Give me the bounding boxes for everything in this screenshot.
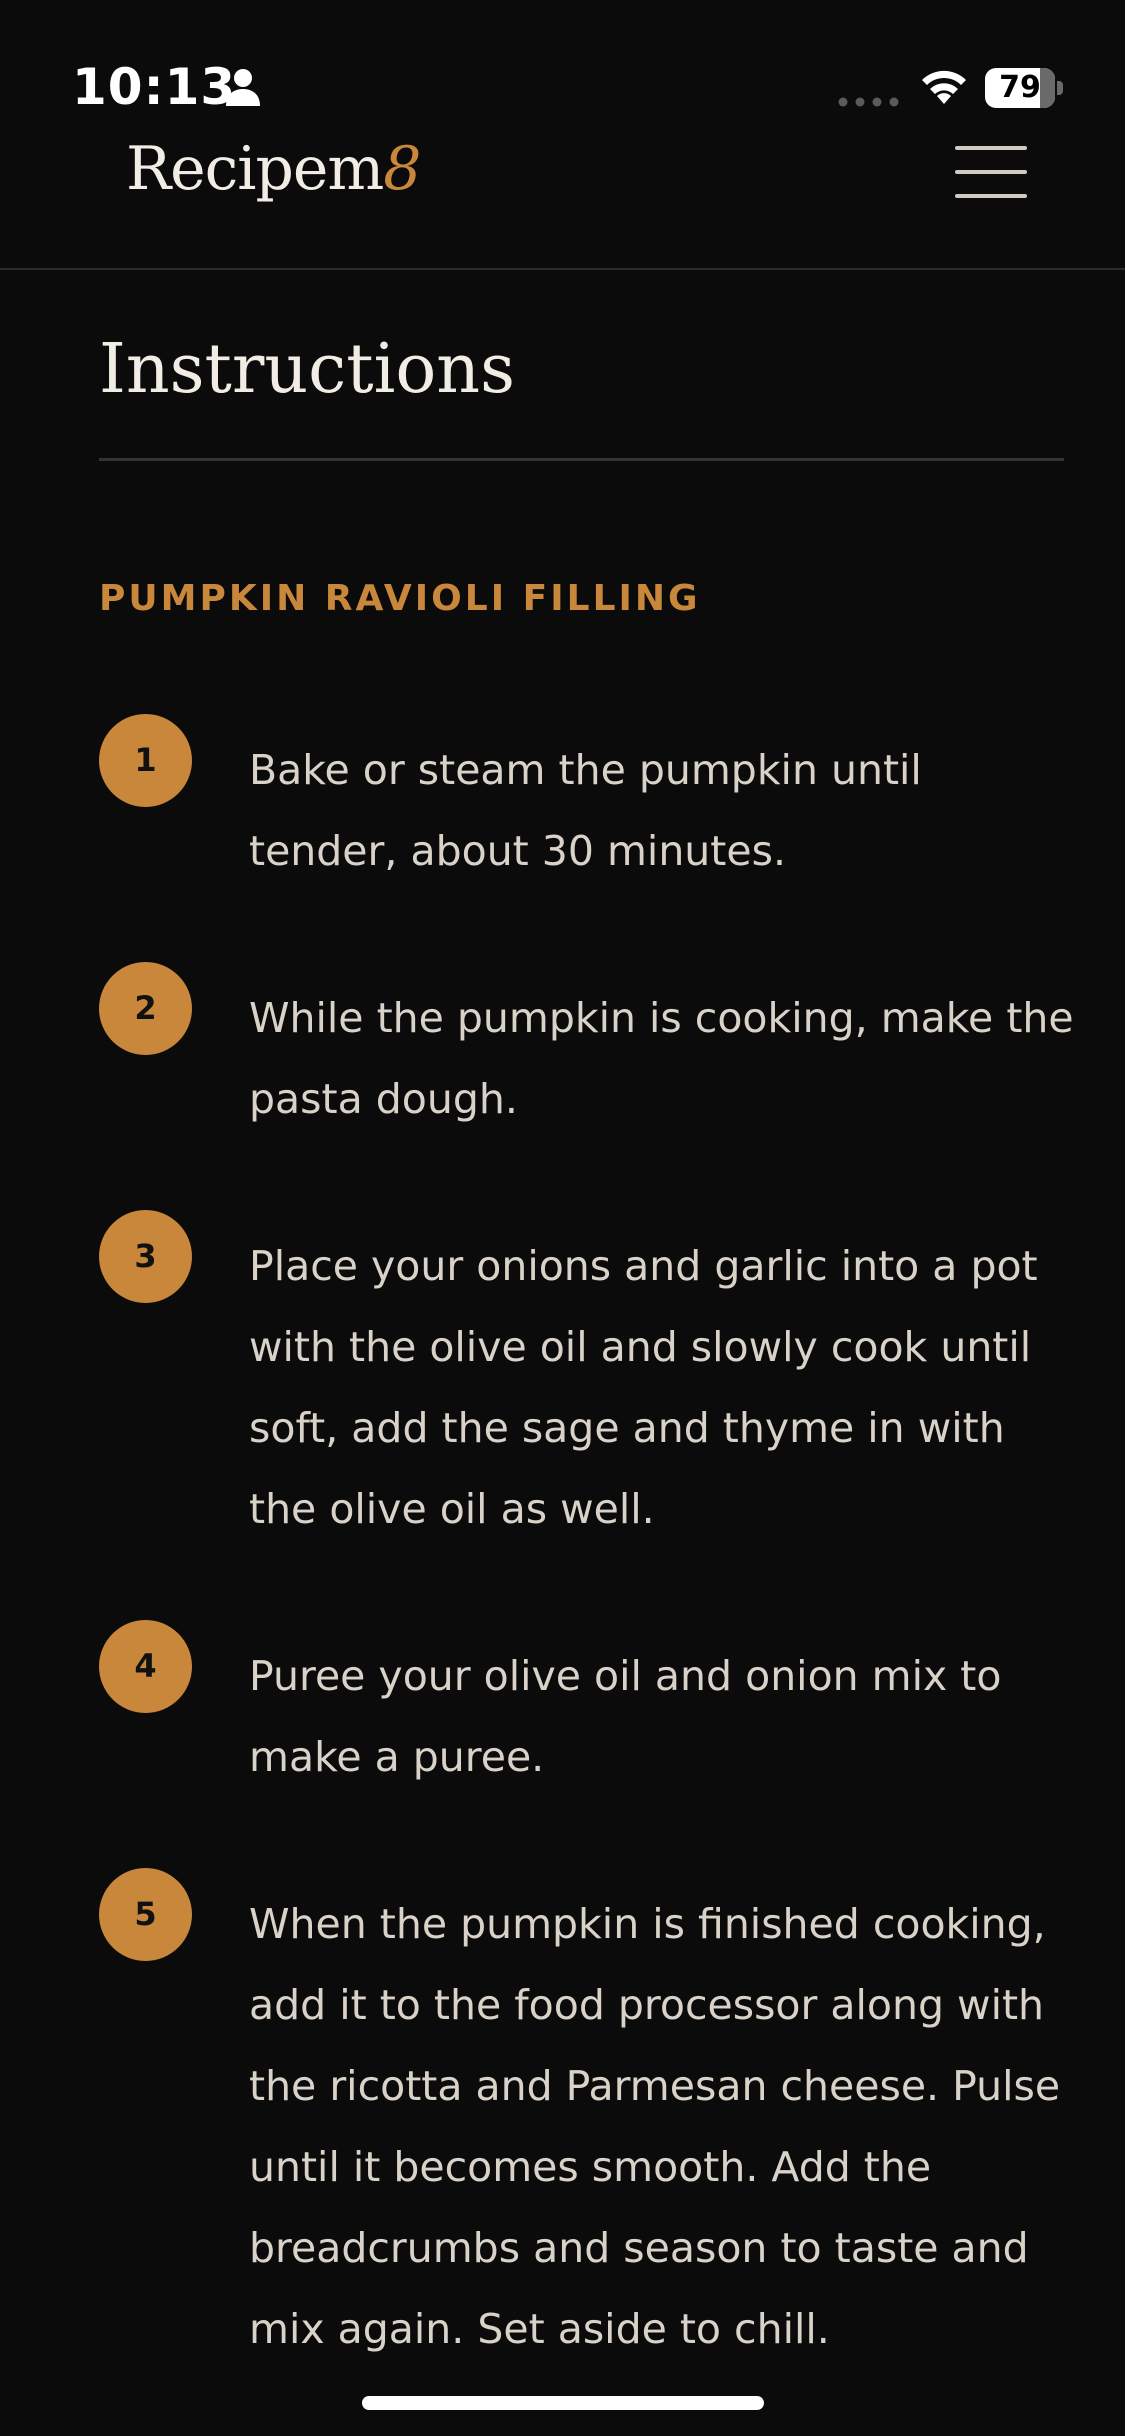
- person-icon: [226, 69, 260, 106]
- step-text: While the pumpkin is cooking, make the p…: [249, 994, 1074, 1123]
- hamburger-menu-icon[interactable]: [955, 146, 1027, 198]
- battery-percentage: 79: [999, 70, 1041, 105]
- step-text: When the pumpkin is finished cooking, ad…: [249, 1900, 1061, 2353]
- step-number-badge: 4: [99, 1620, 192, 1713]
- battery-body: 79: [985, 68, 1055, 108]
- site-logo[interactable]: Recipem8: [126, 134, 421, 204]
- logo-accent-text: 8: [383, 134, 421, 204]
- signal-dots-icon: [838, 97, 899, 107]
- site-header: Recipem8: [0, 110, 1125, 270]
- group-heading: PUMPKIN RAVIOLI FILLING: [99, 578, 701, 619]
- section-divider: [99, 458, 1064, 461]
- step-text: Bake or steam the pumpkin until tender, …: [249, 746, 922, 875]
- menu-bar-middle: [955, 170, 1027, 174]
- step-number-badge: 1: [99, 714, 192, 807]
- battery-cap: [1057, 81, 1063, 95]
- step-number-badge: 5: [99, 1868, 192, 1961]
- step-text: Puree your olive oil and onion mix to ma…: [249, 1652, 1002, 1781]
- step-number-badge: 2: [99, 962, 192, 1055]
- home-indicator[interactable]: [362, 2396, 764, 2410]
- logo-main-text: Recipem: [126, 134, 384, 204]
- screen: 10:13 79 Recipem8 Instructions PUMPKIN R…: [0, 0, 1125, 2436]
- wifi-icon: [922, 70, 966, 104]
- battery-icon: 79: [985, 68, 1063, 108]
- step-number-badge: 3: [99, 1210, 192, 1303]
- step-text: Place your onions and garlic into a pot …: [249, 1242, 1038, 1533]
- status-time: 10:13: [72, 58, 237, 116]
- menu-bar-top: [955, 146, 1027, 150]
- instructions-title: Instructions: [99, 330, 515, 409]
- menu-bar-bottom: [955, 194, 1027, 198]
